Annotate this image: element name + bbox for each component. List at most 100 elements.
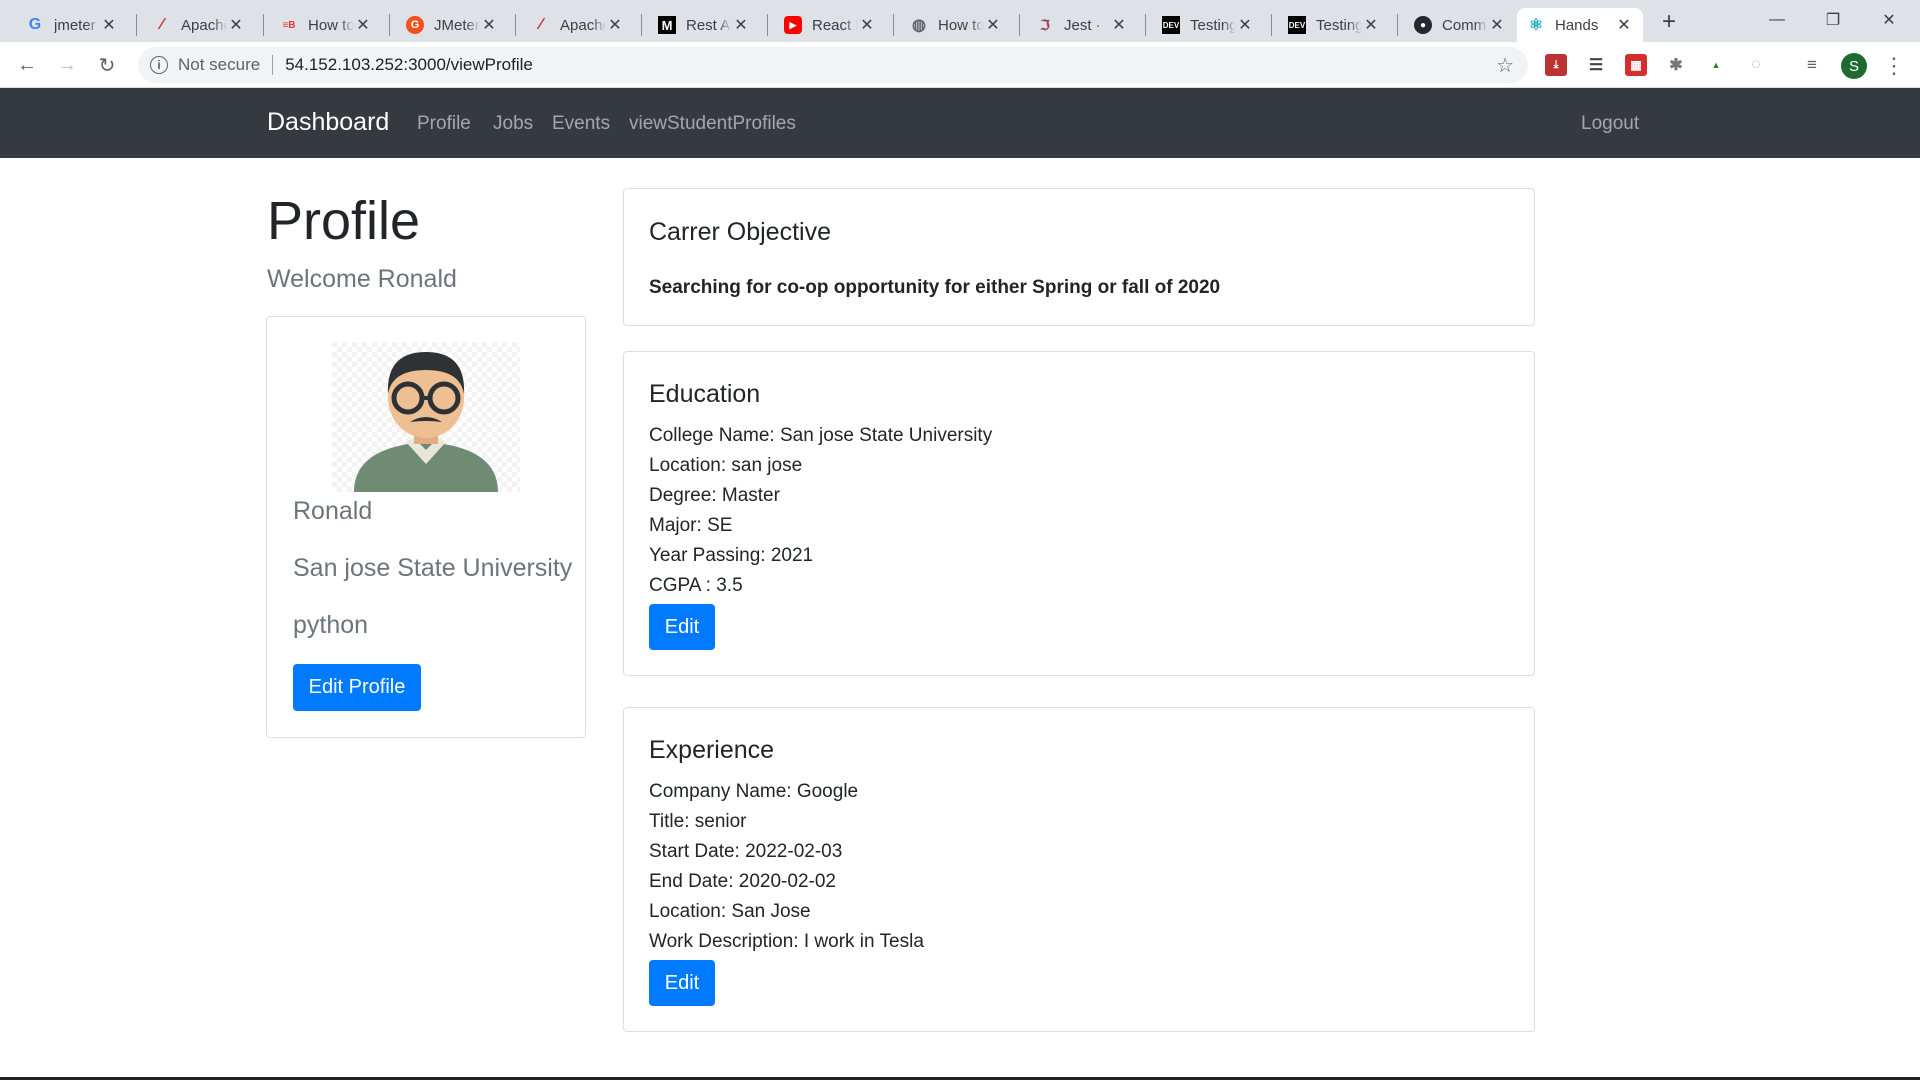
nav-link-events[interactable]: Events (552, 113, 610, 135)
student-name: Ronald (293, 497, 373, 525)
apache-feather-icon: ⁄ (539, 16, 543, 33)
close-tab-icon[interactable]: ✕ (1110, 16, 1128, 34)
edit-education-button[interactable]: Edit (649, 604, 715, 650)
stack-extension-icon[interactable]: ☰ (1585, 54, 1607, 76)
tab-separator (389, 14, 390, 36)
browser-tab[interactable]: ⁄ Apache ✕ (522, 8, 634, 42)
close-tab-icon[interactable]: ✕ (984, 16, 1002, 34)
minimize-button[interactable]: — (1749, 0, 1805, 40)
education-year-passing: Year Passing: 2021 (649, 545, 814, 566)
bug-extension-icon[interactable]: ✱ (1665, 54, 1687, 76)
tab-separator (767, 14, 768, 36)
browser-tab[interactable]: ⁄ Apache ✕ (143, 8, 255, 42)
browser-tab[interactable]: DEV Testing ✕ (1278, 8, 1390, 42)
close-tab-icon[interactable]: ✕ (606, 16, 624, 34)
pdf-extension-icon[interactable]: ⤓ (1545, 54, 1567, 76)
tab-title: JMeter (434, 16, 480, 34)
jmeter-g-icon: G (406, 16, 424, 34)
education-location: Location: san jose (649, 455, 803, 476)
close-tab-icon[interactable]: ✕ (1236, 16, 1254, 34)
dev-icon: DEV (1162, 16, 1180, 34)
career-objective-card: Carrer Objective Searching for co-op opp… (623, 188, 1535, 326)
browser-tab[interactable]: G jmeter ✕ (16, 8, 128, 42)
info-icon[interactable]: i (150, 56, 168, 74)
career-objective-text: Searching for co-op opportunity for eith… (649, 277, 1221, 298)
medium-icon: M (658, 16, 676, 34)
close-tab-icon[interactable]: ✕ (1488, 16, 1506, 34)
education-degree: Degree: Master (649, 485, 780, 506)
edit-profile-button[interactable]: Edit Profile (293, 664, 421, 711)
tab-separator (1145, 14, 1146, 36)
browser-tab[interactable]: G JMeter ✕ (396, 8, 508, 42)
tab-separator (893, 14, 894, 36)
logout-link[interactable]: Logout (1581, 113, 1639, 135)
restore-icon: ❐ (1825, 12, 1841, 29)
browser-tab[interactable]: DEV Testing ✕ (1152, 8, 1264, 42)
reload-button[interactable]: ↻ (92, 50, 122, 80)
new-tab-button[interactable]: + (1655, 8, 1683, 36)
page-title: Profile (267, 191, 421, 251)
tab-title: How to (308, 16, 354, 34)
close-tab-icon[interactable]: ✕ (227, 16, 245, 34)
close-icon: ✕ (1882, 12, 1896, 29)
close-tab-icon[interactable]: ✕ (732, 16, 750, 34)
brand-link[interactable]: Dashboard (267, 108, 389, 137)
browser-tab[interactable]: ▶ React F ✕ (774, 8, 886, 42)
experience-card: Experience Company Name: Google Title: s… (623, 707, 1535, 1032)
close-tab-icon[interactable]: ✕ (100, 16, 118, 34)
experience-end-date: End Date: 2020-02-02 (649, 871, 836, 892)
tab-separator (1397, 14, 1398, 36)
bookmark-star-icon[interactable]: ☆ (1496, 53, 1514, 78)
security-indicator[interactable]: Not secure (178, 55, 260, 75)
url-text[interactable]: 54.152.103.252:3000/viewProfile (285, 55, 533, 75)
tab-separator (515, 14, 516, 36)
plus-icon: + (1661, 8, 1676, 35)
browser-tab[interactable]: ● Comm ✕ (1404, 8, 1516, 42)
tab-title: Comm (1442, 16, 1487, 34)
education-cgpa: CGPA : 3.5 (649, 575, 743, 596)
browser-menu-icon[interactable]: ⋮ (1883, 52, 1905, 80)
back-button[interactable]: ← (12, 50, 42, 80)
experience-company: Company Name: Google (649, 781, 859, 802)
app-navbar: Dashboard Profile Jobs Events viewStuden… (0, 88, 1920, 158)
experience-job-title: Title: senior (649, 811, 747, 832)
education-major: Major: SE (649, 515, 733, 536)
blazemeter-icon: ≡B (282, 19, 296, 31)
browser-tab[interactable]: ≡B How to ✕ (270, 8, 382, 42)
tab-title: Jest · (1064, 16, 1101, 34)
student-skill: python (293, 611, 369, 639)
tab-separator (136, 14, 137, 36)
nav-link-view-student-profiles[interactable]: viewStudentProfiles (629, 113, 796, 135)
browser-tab[interactable]: ℑ Jest · ✕ (1026, 8, 1138, 42)
close-tab-icon[interactable]: ✕ (1362, 16, 1380, 34)
tab-title: jmeter (54, 16, 96, 34)
browser-tab-active[interactable]: ⚛ Hands ✕ (1517, 8, 1643, 42)
close-tab-icon[interactable]: ✕ (858, 16, 876, 34)
browser-tab[interactable]: M Rest API ✕ (648, 8, 760, 42)
tab-title: Rest API (686, 16, 732, 34)
education-title: Education (649, 380, 761, 408)
browser-profile-avatar[interactable]: S (1841, 53, 1867, 79)
education-card: Education College Name: San jose State U… (623, 351, 1535, 676)
close-tab-icon[interactable]: ✕ (480, 16, 498, 34)
experience-work-description: Work Description: I work in Tesla (649, 931, 924, 952)
close-tab-icon[interactable]: ✕ (1615, 16, 1633, 34)
tab-title: Testing (1190, 16, 1236, 34)
tab-title: React F (812, 16, 858, 34)
edit-experience-button[interactable]: Edit (649, 960, 715, 1006)
grid-extension-icon[interactable]: ▦ (1625, 54, 1647, 76)
close-tab-icon[interactable]: ✕ (354, 16, 372, 34)
nav-link-jobs[interactable]: Jobs (493, 113, 533, 135)
nav-link-profile[interactable]: Profile (417, 113, 471, 135)
reload-icon: ↻ (98, 54, 116, 77)
close-window-button[interactable]: ✕ (1861, 0, 1917, 40)
media-queue-icon[interactable]: ≡ (1801, 54, 1823, 76)
circle-extension-icon[interactable]: ◌ (1745, 54, 1767, 76)
forward-button[interactable]: → (52, 50, 82, 80)
browser-tab[interactable]: ◍ How to ✕ (900, 8, 1012, 42)
divider (272, 55, 274, 75)
address-bar[interactable]: i Not secure 54.152.103.252:3000/viewPro… (138, 47, 1528, 83)
restore-button[interactable]: ❐ (1805, 0, 1861, 40)
html-extension-icon[interactable]: ▲ (1705, 54, 1727, 76)
experience-start-date: Start Date: 2022-02-03 (649, 841, 843, 862)
